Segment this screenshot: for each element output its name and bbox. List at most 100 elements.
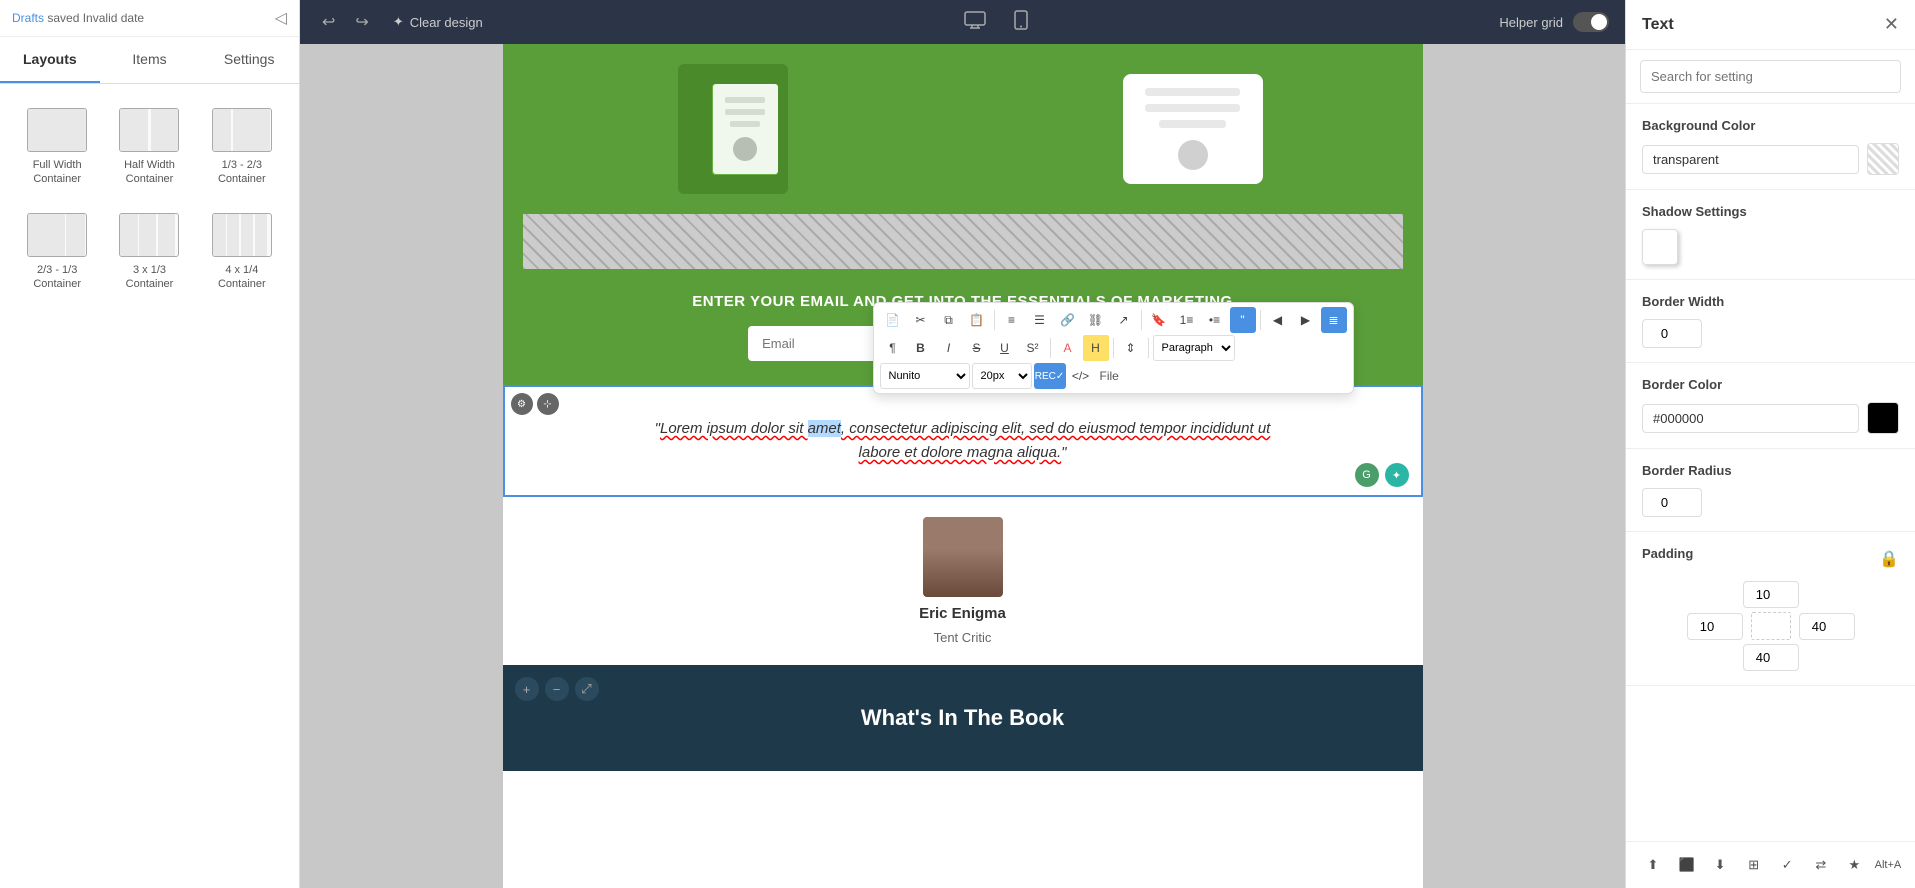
- dark-fullscreen-button[interactable]: ⤢: [575, 677, 599, 701]
- padding-top-input[interactable]: [1743, 581, 1799, 608]
- rs-bottom-btn-6[interactable]: ⇄: [1808, 852, 1834, 878]
- dark-minus-button[interactable]: −: [545, 677, 569, 701]
- padding-right-input[interactable]: [1799, 613, 1855, 640]
- canvas-scroll[interactable]: ENTER YOUR EMAIL AND GET INTO THE ESSENT…: [300, 44, 1625, 888]
- layout-grid: Full Width Container Half Width Containe…: [0, 84, 299, 315]
- editor-unordered-list-btn[interactable]: •≡: [1202, 307, 1228, 333]
- shadow-label: Shadow Settings: [1642, 204, 1899, 219]
- quote-grammar-button[interactable]: G: [1355, 463, 1379, 487]
- editor-external-link-btn[interactable]: ↗: [1111, 307, 1137, 333]
- toolbar-left: ↩ ↪ ✦ Clear design: [316, 8, 493, 36]
- paragraph-select[interactable]: Paragraph: [1153, 335, 1235, 361]
- section-controls: ⚙ ⊹: [511, 393, 559, 415]
- helper-grid-toggle[interactable]: [1573, 12, 1609, 32]
- bg-color-swatch[interactable]: [1867, 143, 1899, 175]
- editor-strikethrough-btn[interactable]: S: [964, 335, 990, 361]
- clear-design-button[interactable]: ✦ Clear design: [383, 10, 493, 34]
- font-family-select[interactable]: Nunito: [880, 363, 970, 389]
- editor-para-btn[interactable]: ¶: [880, 335, 906, 361]
- editor-link-btn[interactable]: 🔗: [1055, 307, 1081, 333]
- rs-bottom-btn-1[interactable]: ⬆: [1640, 852, 1666, 878]
- book-cover: [678, 64, 788, 194]
- border-width-input[interactable]: [1642, 319, 1702, 348]
- editor-quote-btn[interactable]: ": [1230, 307, 1256, 333]
- clear-design-icon: ✦: [393, 14, 404, 30]
- rs-bottom-btn-7[interactable]: ★: [1841, 852, 1867, 878]
- mobile-device-button[interactable]: [1006, 6, 1036, 39]
- border-color-swatch[interactable]: [1867, 402, 1899, 434]
- bg-color-input[interactable]: [1642, 145, 1859, 174]
- layout-icon-four-cols: [212, 213, 272, 257]
- editor-ordered-list-btn[interactable]: 1≡: [1174, 307, 1200, 333]
- editor-bold-btn[interactable]: B: [908, 335, 934, 361]
- editor-bookmark-btn[interactable]: 🔖: [1146, 307, 1172, 333]
- clear-design-label: Clear design: [410, 15, 483, 30]
- editor-align-center-btn[interactable]: ☰: [1027, 307, 1053, 333]
- layout-item-half-width[interactable]: Half Width Container: [108, 100, 190, 195]
- person-name: Eric Enigma: [919, 605, 1006, 622]
- editor-paste-button[interactable]: 📋: [964, 307, 990, 333]
- person-photo: [923, 517, 1003, 597]
- layout-item-four-cols[interactable]: 4 x 1/4 Container: [201, 205, 283, 300]
- tab-settings[interactable]: Settings: [199, 37, 299, 83]
- layout-item-two-thirds[interactable]: 2/3 - 1/3 Container: [16, 205, 98, 300]
- editor-font-color-btn[interactable]: A: [1055, 335, 1081, 361]
- quote-lorem: Lorem ipsum dolor sit: [660, 420, 808, 437]
- editor-highlight-btn[interactable]: H: [1083, 335, 1109, 361]
- rs-bottom-btn-4[interactable]: ⊞: [1741, 852, 1767, 878]
- border-color-input[interactable]: [1642, 404, 1859, 433]
- border-radius-input[interactable]: [1642, 488, 1702, 517]
- rs-title: Text: [1642, 16, 1674, 34]
- quote-ai-button[interactable]: ✦: [1385, 463, 1409, 487]
- tab-items[interactable]: Items: [100, 37, 200, 83]
- collapse-sidebar-button[interactable]: ◁: [275, 8, 287, 28]
- dark-plus-button[interactable]: +: [515, 677, 539, 701]
- section-settings-button[interactable]: ⚙: [511, 393, 533, 415]
- editor-sup-btn[interactable]: S²: [1020, 335, 1046, 361]
- person-photo-inner: [923, 517, 1003, 597]
- redo-button[interactable]: ↪: [349, 8, 374, 36]
- font-size-select[interactable]: 20px: [972, 363, 1032, 389]
- shadow-box[interactable]: [1642, 229, 1678, 265]
- left-sidebar: Drafts saved Invalid date ◁ Layouts Item…: [0, 0, 300, 888]
- padding-bottom-input[interactable]: [1743, 644, 1799, 671]
- editor-row-2: ¶ B I S U S² A H ⇕ Paragraph: [880, 335, 1347, 361]
- rs-bottom-btn-2[interactable]: ⬛: [1674, 852, 1700, 878]
- bg-color-row: [1642, 143, 1899, 175]
- editor-code-btn[interactable]: </>: [1068, 363, 1094, 389]
- hero-left: [503, 64, 963, 194]
- editor-align-left2-btn[interactable]: ◀: [1265, 307, 1291, 333]
- tab-layouts[interactable]: Layouts: [0, 37, 100, 83]
- layout-item-one-third[interactable]: 1/3 - 2/3 Container: [201, 100, 283, 195]
- editor-new-button[interactable]: 📄: [880, 307, 906, 333]
- border-radius-section: Border Radius: [1626, 449, 1915, 532]
- desktop-device-button[interactable]: [956, 7, 994, 38]
- separator-1: [994, 310, 995, 330]
- layout-icon-three-cols: [119, 213, 179, 257]
- rs-close-button[interactable]: ✕: [1884, 14, 1899, 35]
- undo-button[interactable]: ↩: [316, 8, 341, 36]
- editor-justify-btn[interactable]: ≣: [1321, 307, 1347, 333]
- editor-cut-button[interactable]: ✂: [908, 307, 934, 333]
- section-move-button[interactable]: ⊹: [537, 393, 559, 415]
- editor-line-height-btn[interactable]: ⇕: [1118, 335, 1144, 361]
- rs-bottom-btn-5[interactable]: ✓: [1774, 852, 1800, 878]
- rs-search: [1626, 50, 1915, 104]
- border-color-section: Border Color: [1626, 363, 1915, 449]
- editor-underline-btn[interactable]: U: [992, 335, 1018, 361]
- editor-italic-btn[interactable]: I: [936, 335, 962, 361]
- rs-search-input[interactable]: [1640, 60, 1901, 93]
- editor-align-right-btn[interactable]: ▶: [1293, 307, 1319, 333]
- editor-align-left-btn[interactable]: ≡: [999, 307, 1025, 333]
- border-width-label: Border Width: [1642, 294, 1899, 309]
- layout-item-three-cols[interactable]: 3 x 1/3 Container: [108, 205, 190, 300]
- layout-item-full-width[interactable]: Full Width Container: [16, 100, 98, 195]
- editor-unlink-btn[interactable]: ⛓: [1083, 307, 1109, 333]
- padding-left-input[interactable]: [1687, 613, 1743, 640]
- rs-bottom-btn-3[interactable]: ⬇: [1707, 852, 1733, 878]
- text-editor-toolbar: 📄 ✂ ⧉ 📋 ≡ ☰ 🔗 ⛓ ↗ 🔖 1≡ •≡ " ◀: [873, 302, 1354, 394]
- rs-bottom-btn-8[interactable]: Alt+A: [1875, 852, 1901, 878]
- editor-copy-button[interactable]: ⧉: [936, 307, 962, 333]
- padding-lock-button[interactable]: 🔒: [1879, 549, 1899, 569]
- editor-spell-check-btn[interactable]: REC✓: [1034, 363, 1066, 389]
